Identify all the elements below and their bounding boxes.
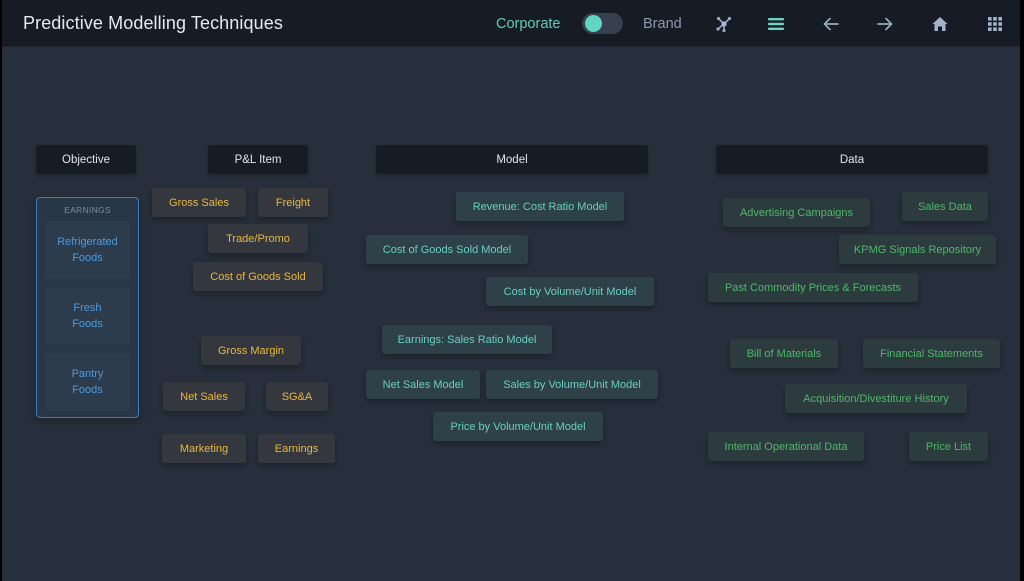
model-earnings-sales-ratio[interactable]: Earnings: Sales Ratio Model	[382, 325, 552, 354]
top-bar: Predictive Modelling Techniques Corporat…	[2, 0, 1020, 47]
model-price-by-volume-unit[interactable]: Price by Volume/Unit Model	[433, 412, 603, 441]
model-net-sales[interactable]: Net Sales Model	[366, 370, 480, 399]
model-cost-of-goods-sold[interactable]: Cost of Goods Sold Model	[366, 235, 528, 264]
pl-item-freight[interactable]: Freight	[258, 188, 328, 217]
pl-item-gross-sales[interactable]: Gross Sales	[152, 188, 246, 217]
back-button[interactable]	[819, 12, 843, 36]
data-bill-of-materials[interactable]: Bill of Materials	[730, 339, 838, 368]
data-advertising-campaigns[interactable]: Advertising Campaigns	[723, 198, 870, 227]
network-icon	[715, 15, 733, 33]
arrow-left-icon	[823, 17, 839, 31]
column-header-objective: Objective	[36, 145, 136, 174]
pl-item-net-sales[interactable]: Net Sales	[163, 382, 245, 411]
data-kpmg-signals-repository[interactable]: KPMG Signals Repository	[839, 235, 996, 264]
toggle-knob	[585, 15, 602, 32]
network-button[interactable]	[712, 12, 736, 36]
arrow-right-icon	[877, 17, 893, 31]
objective-item-refrigerated-foods[interactable]: Refrigerated Foods	[45, 221, 130, 279]
objective-group-label: EARNINGS	[64, 205, 111, 215]
home-button[interactable]	[928, 12, 952, 36]
data-sales-data[interactable]: Sales Data	[902, 192, 988, 221]
pl-item-earnings[interactable]: Earnings	[258, 434, 335, 463]
home-icon	[932, 16, 948, 32]
app-window: Predictive Modelling Techniques Corporat…	[2, 0, 1020, 581]
apps-button[interactable]	[983, 12, 1007, 36]
column-header-data: Data	[716, 145, 988, 174]
menu-button[interactable]	[764, 12, 788, 36]
data-financial-statements[interactable]: Financial Statements	[863, 339, 1000, 368]
data-past-commodity-prices-forecasts[interactable]: Past Commodity Prices & Forecasts	[708, 273, 918, 302]
toggle-label-corporate[interactable]: Corporate	[496, 16, 560, 32]
pl-item-trade-promo[interactable]: Trade/Promo	[208, 224, 308, 253]
page-title: Predictive Modelling Techniques	[23, 13, 283, 33]
forward-button[interactable]	[873, 12, 897, 36]
model-sales-by-volume-unit[interactable]: Sales by Volume/Unit Model	[486, 370, 658, 399]
data-internal-operational-data[interactable]: Internal Operational Data	[708, 432, 864, 461]
model-cost-by-volume-unit[interactable]: Cost by Volume/Unit Model	[486, 277, 654, 306]
pl-item-cost-of-goods-sold[interactable]: Cost of Goods Sold	[193, 262, 323, 291]
model-revenue-cost-ratio[interactable]: Revenue: Cost Ratio Model	[456, 192, 624, 221]
column-header-model: Model	[376, 145, 648, 174]
grid-icon	[988, 17, 1002, 31]
pl-item-sga[interactable]: SG&A	[266, 382, 328, 411]
objective-panel-earnings: EARNINGS Refrigerated Foods Fresh Foods …	[36, 197, 139, 418]
data-acquisition-divestiture-history[interactable]: Acquisition/Divestiture History	[785, 384, 967, 413]
objective-item-pantry-foods[interactable]: Pantry Foods	[45, 353, 130, 411]
toggle-label-brand[interactable]: Brand	[643, 16, 682, 32]
corporate-brand-toggle[interactable]	[582, 13, 623, 34]
menu-icon	[767, 17, 785, 31]
column-header-pl-item: P&L Item	[208, 145, 308, 174]
objective-item-fresh-foods[interactable]: Fresh Foods	[45, 287, 130, 345]
pl-item-marketing[interactable]: Marketing	[162, 434, 246, 463]
data-price-list[interactable]: Price List	[909, 432, 988, 461]
pl-item-gross-margin[interactable]: Gross Margin	[201, 336, 301, 365]
